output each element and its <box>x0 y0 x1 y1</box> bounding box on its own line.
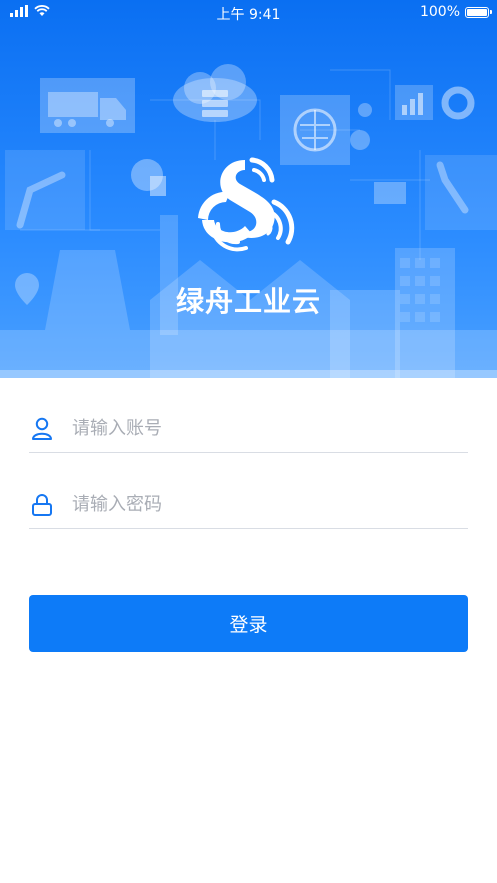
login-form <box>29 405 468 529</box>
password-input[interactable] <box>72 484 468 525</box>
hero-banner: 上午 9:41 100% 绿舟工业云 <box>0 0 497 378</box>
app-title: 绿舟工业云 <box>175 285 321 318</box>
cloud-server-icon <box>173 64 257 122</box>
password-field <box>29 481 468 529</box>
battery-percent: 100% <box>419 4 460 20</box>
login-button[interactable]: 登录 <box>29 595 468 652</box>
mail-icon <box>374 182 406 204</box>
account-field <box>29 405 468 453</box>
bar-chart-icon <box>395 85 433 120</box>
status-bar: 上午 9:41 100% <box>0 0 497 26</box>
app-logo-icon <box>190 150 310 265</box>
truck-icon <box>40 78 135 133</box>
lock-icon <box>30 493 54 517</box>
account-input[interactable] <box>72 408 468 449</box>
battery-icon <box>465 6 492 18</box>
gear-icon <box>350 103 372 150</box>
donut-chart-icon <box>441 86 475 120</box>
user-icon <box>30 417 54 441</box>
